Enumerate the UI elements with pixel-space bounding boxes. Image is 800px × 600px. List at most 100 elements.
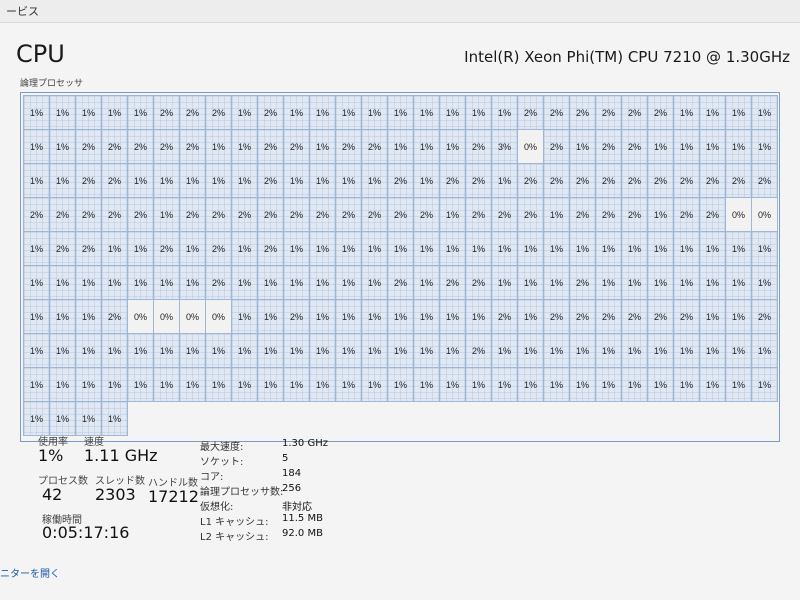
processor-cell: 2% xyxy=(439,265,466,300)
processor-cell: 1% xyxy=(309,95,336,130)
processor-cell: 2% xyxy=(465,265,492,300)
processor-cell: 2% xyxy=(595,299,622,334)
processor-cell: 1% xyxy=(49,129,76,164)
processor-cell: 1% xyxy=(725,299,752,334)
processor-cell: 1% xyxy=(387,129,414,164)
processor-cell: 2% xyxy=(673,163,700,198)
processor-cell: 1% xyxy=(205,367,232,402)
processor-cell: 1% xyxy=(439,299,466,334)
processor-cell: 1% xyxy=(725,265,752,300)
processor-cell: 1% xyxy=(231,163,258,198)
processor-cell: 2% xyxy=(153,231,180,266)
processor-cell: 2% xyxy=(621,197,648,232)
processor-cell: 1% xyxy=(413,95,440,130)
processor-cell: 1% xyxy=(543,197,570,232)
processor-cell: 1% xyxy=(179,367,206,402)
processor-cell: 0% xyxy=(127,299,154,334)
processor-cell: 1% xyxy=(569,333,596,368)
processor-cell: 1% xyxy=(543,367,570,402)
processor-cell: 1% xyxy=(179,265,206,300)
titlebar-text: ービス xyxy=(6,5,39,18)
processor-cell: 1% xyxy=(309,129,336,164)
processor-cell: 1% xyxy=(673,367,700,402)
processor-cell: 1% xyxy=(647,231,674,266)
processor-cell: 1% xyxy=(231,95,258,130)
open-resource-monitor-link[interactable]: ニターを開く xyxy=(0,565,60,580)
processor-cell: 1% xyxy=(673,265,700,300)
processor-cell: 1% xyxy=(699,231,726,266)
processor-cell: 2% xyxy=(595,163,622,198)
processor-cell: 1% xyxy=(439,129,466,164)
threads-value: 2303 xyxy=(95,485,136,504)
processor-cell: 1% xyxy=(49,401,76,436)
processor-cell: 2% xyxy=(49,197,76,232)
processor-cell: 1% xyxy=(257,367,284,402)
processor-cell: 1% xyxy=(517,333,544,368)
processor-cell: 1% xyxy=(257,265,284,300)
processor-cell: 1% xyxy=(543,231,570,266)
processor-cell: 1% xyxy=(309,333,336,368)
processor-cell: 1% xyxy=(75,299,102,334)
processor-cell: 1% xyxy=(335,95,362,130)
processor-cell: 1% xyxy=(309,367,336,402)
processor-cell: 1% xyxy=(283,231,310,266)
processor-cell: 1% xyxy=(49,367,76,402)
processor-cell: 1% xyxy=(673,231,700,266)
processor-cell: 1% xyxy=(23,95,50,130)
processor-cell: 2% xyxy=(335,197,362,232)
processor-cell: 2% xyxy=(595,129,622,164)
processor-cell: 0% xyxy=(153,299,180,334)
processor-cell: 1% xyxy=(153,163,180,198)
processor-cell: 1% xyxy=(23,401,50,436)
spec-label: L2 キャッシュ: xyxy=(200,532,269,543)
processor-cell: 2% xyxy=(621,299,648,334)
processor-cell: 1% xyxy=(49,95,76,130)
spec-label: 最大速度: xyxy=(200,442,244,453)
processor-cell: 2% xyxy=(751,163,778,198)
processor-cell: 1% xyxy=(335,367,362,402)
processor-cell: 1% xyxy=(257,299,284,334)
processor-cell: 1% xyxy=(127,163,154,198)
processor-cell: 2% xyxy=(543,163,570,198)
processor-cell: 0% xyxy=(205,299,232,334)
spec-label: 仮想化: xyxy=(200,502,234,513)
processor-cell: 2% xyxy=(231,197,258,232)
processor-cell: 2% xyxy=(283,299,310,334)
processor-cell: 2% xyxy=(101,129,128,164)
processor-cell: 2% xyxy=(517,95,544,130)
processor-cell: 1% xyxy=(283,163,310,198)
spec-value: 11.5 MB xyxy=(282,513,323,524)
processor-cell: 1% xyxy=(153,333,180,368)
processor-cell: 1% xyxy=(231,299,258,334)
processor-cell: 2% xyxy=(491,299,518,334)
processor-cell: 2% xyxy=(309,197,336,232)
processor-cell: 1% xyxy=(699,129,726,164)
processor-cell: 2% xyxy=(387,163,414,198)
spec-label: 論理プロセッサ数: xyxy=(200,487,284,498)
spec-value: 256 xyxy=(282,483,302,494)
processor-cell: 1% xyxy=(543,265,570,300)
handles-value: 17212 xyxy=(148,487,199,506)
processor-cell: 1% xyxy=(127,231,154,266)
processor-cell: 1% xyxy=(387,231,414,266)
processor-cell: 1% xyxy=(439,333,466,368)
processor-cell: 1% xyxy=(621,231,648,266)
processor-cell: 0% xyxy=(517,129,544,164)
processor-cell: 1% xyxy=(491,231,518,266)
processor-cell: 2% xyxy=(257,95,284,130)
processor-cell: 2% xyxy=(569,163,596,198)
processor-cell: 1% xyxy=(647,129,674,164)
processor-cell: 2% xyxy=(621,95,648,130)
processor-cell: 1% xyxy=(465,95,492,130)
page-title: CPU xyxy=(16,40,65,68)
processor-cell: 2% xyxy=(283,129,310,164)
processor-cell: 1% xyxy=(75,401,102,436)
processor-cell: 1% xyxy=(101,95,128,130)
processor-cell: 1% xyxy=(673,333,700,368)
processor-cell: 2% xyxy=(205,231,232,266)
processor-cell: 1% xyxy=(309,231,336,266)
processor-cell: 1% xyxy=(179,231,206,266)
processor-cell: 2% xyxy=(49,231,76,266)
processor-cell: 2% xyxy=(179,197,206,232)
spec-value: 184 xyxy=(282,468,302,479)
